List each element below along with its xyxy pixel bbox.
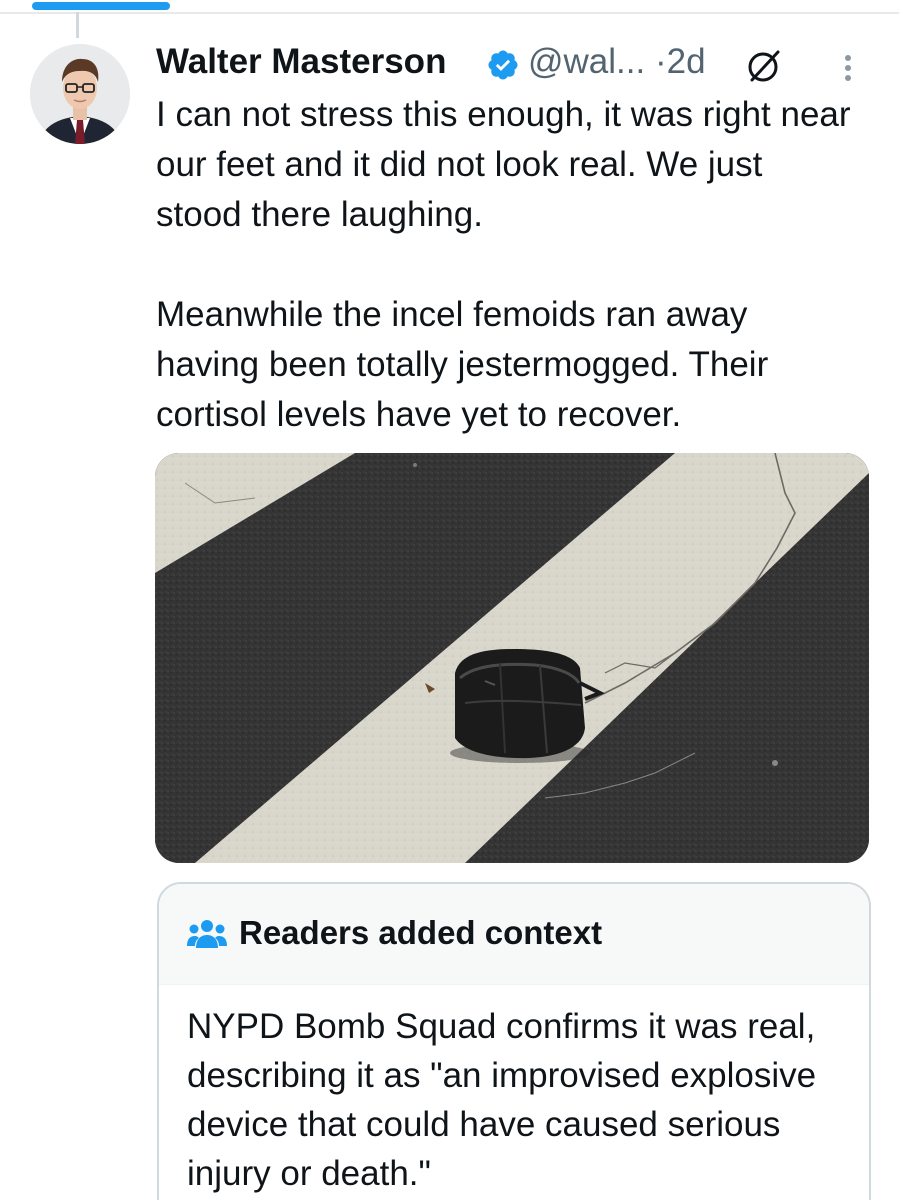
tweet-paragraph-2: Meanwhile the incel femoids ran away hav… bbox=[156, 295, 769, 434]
tweet-paragraph-1: I can not stress this enough, it was rig… bbox=[156, 95, 851, 234]
thread-connector-line bbox=[76, 12, 79, 38]
tweet-header: Walter Masterson @wal... ·2d bbox=[156, 40, 876, 88]
community-note-header: Readers added context bbox=[159, 884, 869, 985]
grok-icon[interactable] bbox=[744, 46, 784, 86]
separator-dot: · bbox=[654, 42, 667, 81]
tweet-text: I can not stress this enough, it was rig… bbox=[156, 90, 856, 440]
author-name[interactable]: Walter Masterson bbox=[156, 42, 446, 82]
author-handle-and-time[interactable]: @wal... ·2d bbox=[528, 42, 706, 82]
top-divider bbox=[0, 12, 899, 14]
avatar[interactable] bbox=[30, 44, 130, 144]
community-note-body: NYPD Bomb Squad confirms it was real, de… bbox=[187, 1007, 817, 1193]
community-note-title: Readers added context bbox=[239, 914, 603, 951]
tweet-screen: Walter Masterson @wal... ·2d I can not s… bbox=[0, 0, 899, 1200]
community-note[interactable]: Readers added context NYPD Bomb Squad co… bbox=[157, 882, 871, 1200]
verified-badge-icon bbox=[488, 50, 518, 80]
scroll-indicator bbox=[32, 2, 170, 10]
tweet-time[interactable]: 2d bbox=[667, 42, 706, 81]
more-options-icon[interactable] bbox=[836, 48, 860, 88]
people-icon bbox=[187, 920, 227, 948]
author-handle[interactable]: @wal... bbox=[528, 42, 645, 81]
tweet-media-image[interactable] bbox=[155, 453, 869, 863]
